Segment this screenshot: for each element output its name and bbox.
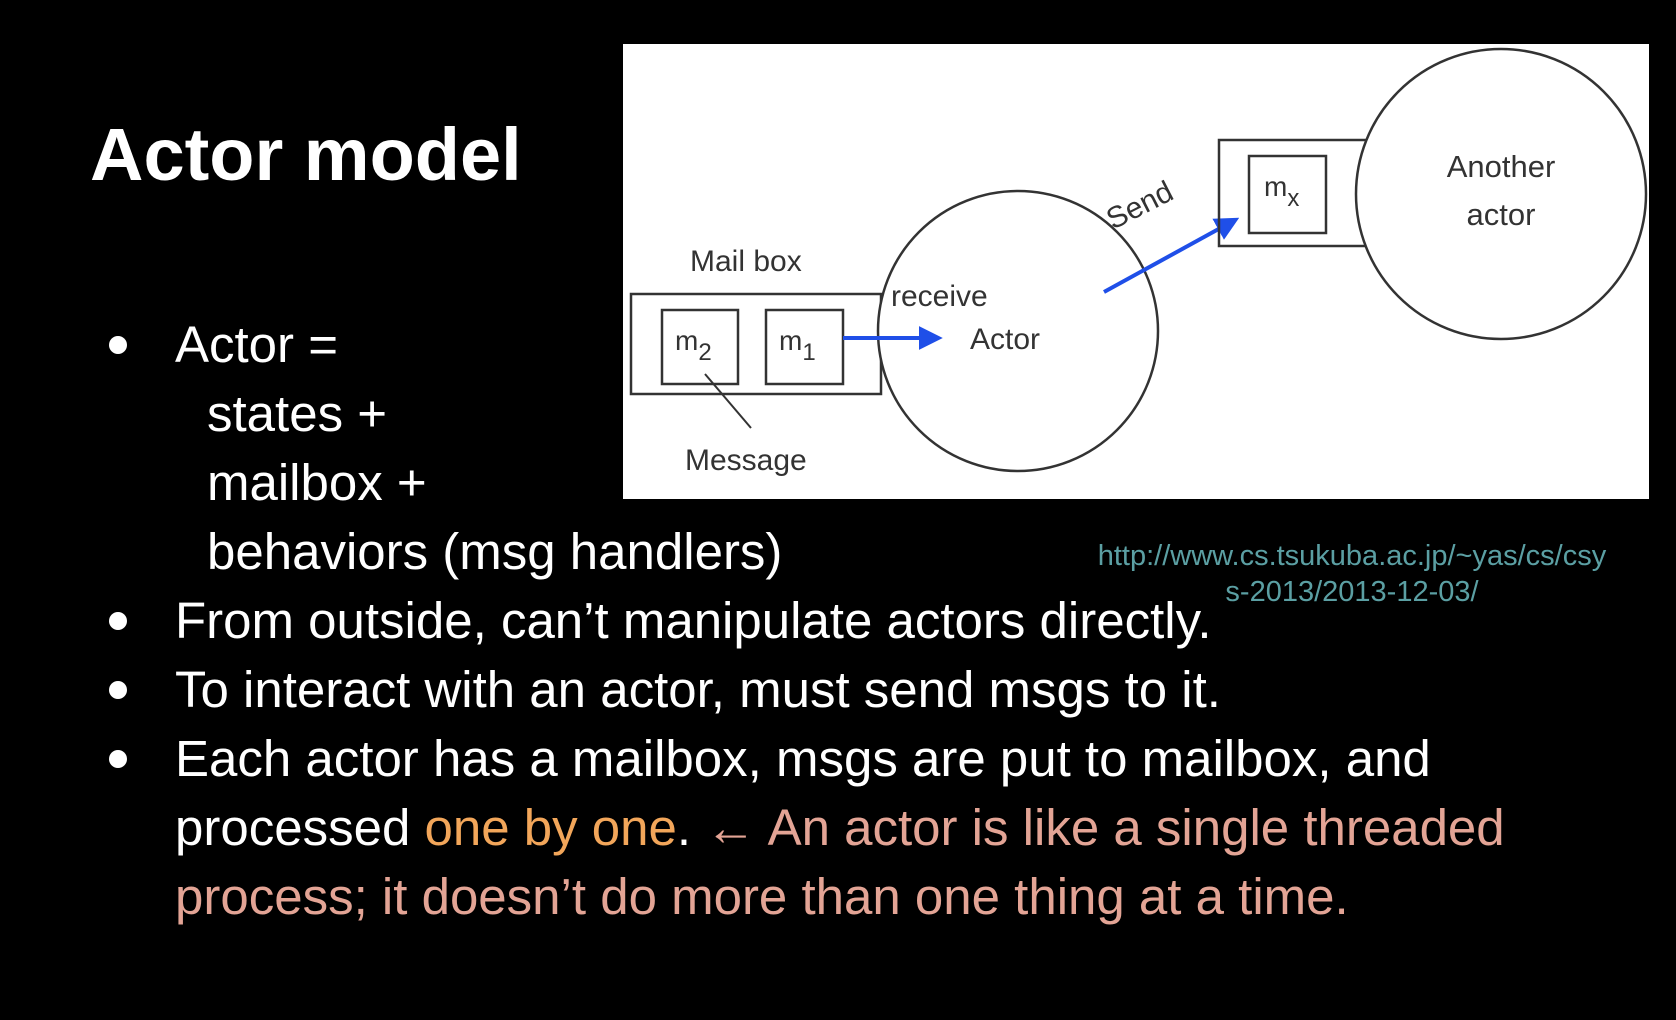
another-actor-label-line2: actor: [1467, 197, 1536, 232]
bullet-dot: [109, 612, 127, 630]
actor-definition-line: Actor =: [175, 316, 338, 373]
bullet-list: Actor = states + mailbox + behaviors (ms…: [105, 310, 1665, 931]
bullet-dot: [109, 681, 127, 699]
bullet-mailbox-processing: Each actor has a mailbox, msgs are put t…: [105, 724, 1665, 931]
actor-definition-states: states +: [207, 385, 388, 442]
mailbox-label: Mail box: [690, 245, 802, 278]
slide-title: Actor model: [90, 113, 522, 196]
bullet-text: To interact with an actor, must send msg…: [175, 661, 1221, 718]
actor-definition-behaviors: behaviors (msg handlers): [207, 523, 783, 580]
bullet-actor-definition: Actor = states + mailbox + behaviors (ms…: [105, 310, 1665, 586]
bullet-dot: [109, 750, 127, 768]
bullet-no-direct-manipulation: From outside, can’t manipulate actors di…: [105, 586, 1665, 655]
actor-definition-mailbox: mailbox +: [207, 454, 427, 511]
another-actor-label-line1: Another: [1447, 149, 1556, 184]
another-actor-circle: [1354, 47, 1648, 341]
message-mx-label: mx: [1264, 171, 1299, 212]
send-label: Send: [1101, 175, 1178, 236]
receive-label: receive: [891, 280, 988, 313]
bullet-dot: [109, 336, 127, 354]
highlight-one-by-one: one by one: [424, 799, 677, 856]
bullet-text-period: .: [676, 799, 706, 856]
bullet-send-messages: To interact with an actor, must send msg…: [105, 655, 1665, 724]
bullet-text: From outside, can’t manipulate actors di…: [175, 592, 1212, 649]
